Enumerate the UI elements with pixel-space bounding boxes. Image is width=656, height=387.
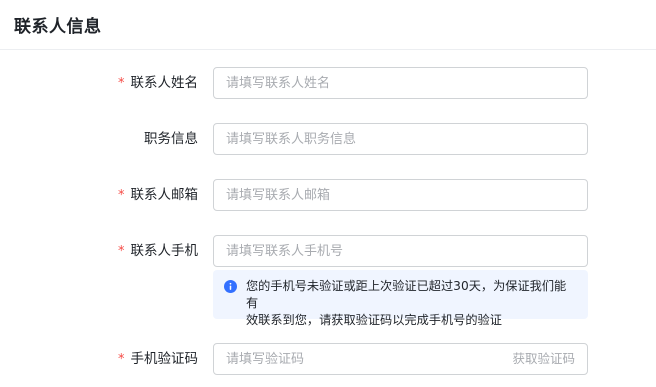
form-row-contact-name: * 联系人姓名 bbox=[0, 67, 656, 99]
email-input[interactable] bbox=[213, 179, 588, 211]
form-row-verify-code: * 手机验证码 获取验证码 bbox=[0, 343, 656, 375]
phone-verify-notice: 您的手机号未验证或距上次验证已超过30天，为保证我们能有 效联系到您，请获取验证… bbox=[213, 270, 588, 327]
get-code-button[interactable]: 获取验证码 bbox=[512, 343, 575, 375]
form-row-email: * 联系人邮箱 bbox=[0, 179, 656, 211]
contact-name-label: * 联系人姓名 bbox=[118, 67, 198, 99]
position-label-text: 职务信息 bbox=[144, 131, 198, 147]
contact-name-label-text: 联系人姓名 bbox=[130, 75, 199, 91]
phone-label: * 联系人手机 bbox=[118, 235, 198, 267]
email-label: * 联系人邮箱 bbox=[118, 179, 198, 211]
phone-input[interactable] bbox=[213, 235, 588, 267]
phone-label-text: 联系人手机 bbox=[130, 243, 199, 259]
notice-line-1: 您的手机号未验证或距上次验证已超过30天，为保证我们能有 bbox=[246, 279, 567, 310]
required-mark: * bbox=[118, 244, 125, 259]
position-label: 职务信息 bbox=[144, 123, 198, 155]
required-mark: * bbox=[118, 76, 125, 91]
verify-code-label: * 手机验证码 bbox=[118, 343, 198, 375]
verify-code-field: 获取验证码 bbox=[213, 343, 588, 375]
section-header: 联系人信息 bbox=[0, 0, 656, 50]
verify-code-label-text: 手机验证码 bbox=[130, 351, 199, 367]
section-title: 联系人信息 bbox=[14, 17, 102, 37]
notice-line-2: 效联系到您，请获取验证码以完成手机号的验证 bbox=[246, 313, 502, 327]
form-row-phone: * 联系人手机 bbox=[0, 235, 656, 267]
position-input[interactable] bbox=[213, 123, 588, 155]
email-label-text: 联系人邮箱 bbox=[130, 187, 199, 203]
contact-name-input[interactable] bbox=[213, 67, 588, 99]
info-icon bbox=[224, 280, 237, 293]
required-mark: * bbox=[118, 188, 125, 203]
form-row-position: 职务信息 bbox=[0, 123, 656, 155]
required-mark: * bbox=[118, 352, 125, 367]
